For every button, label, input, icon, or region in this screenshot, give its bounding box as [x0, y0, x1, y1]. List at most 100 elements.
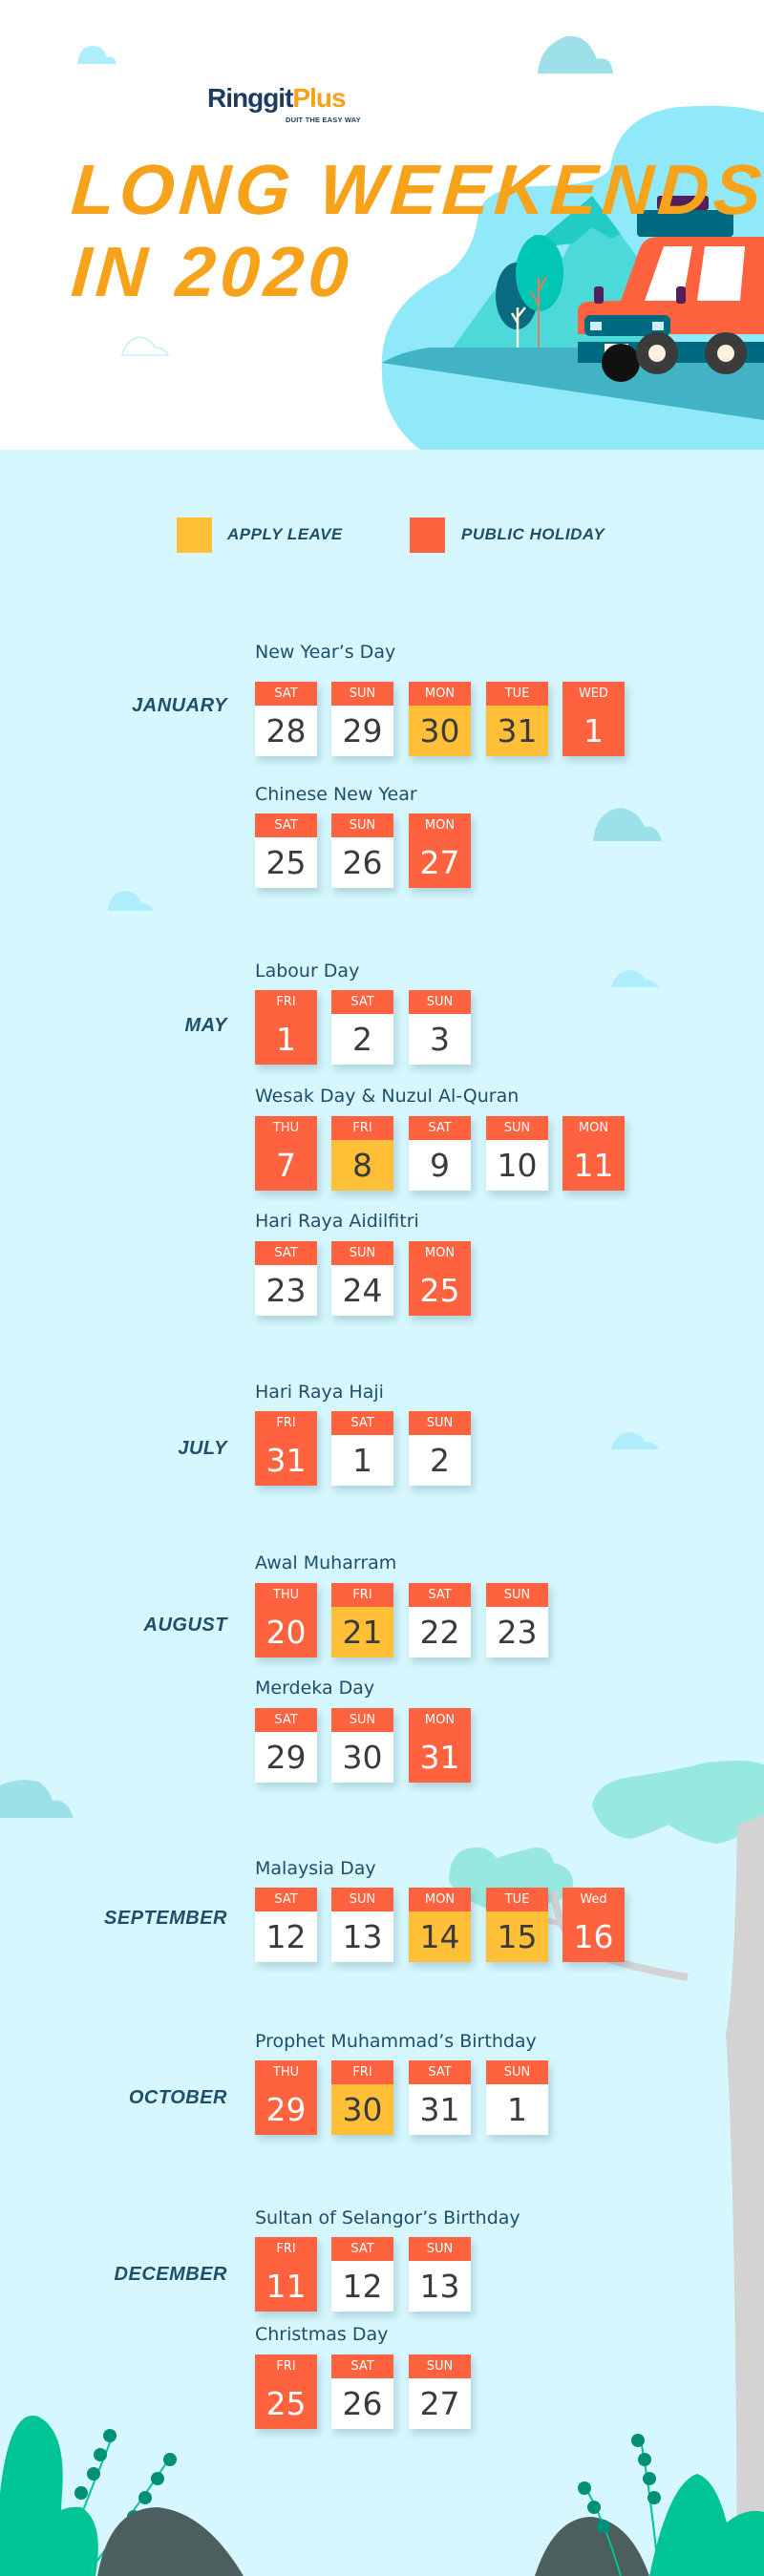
holiday-name: Wesak Day & Nuzul Al-Quran — [255, 1086, 520, 1107]
day-of-week: SUN — [409, 990, 471, 1014]
holiday-name: Chinese New Year — [255, 784, 417, 805]
calendar-day-tile: FRI 31 — [255, 1411, 317, 1486]
cloud-icon — [77, 46, 117, 64]
day-number: 11 — [255, 2261, 317, 2312]
day-number: 2 — [331, 1014, 393, 1065]
day-number: 21 — [331, 1607, 393, 1658]
day-number: 1 — [331, 1435, 393, 1486]
ringgitplus-logo[interactable]: RinggitPlus DUIT THE EASY WAY — [207, 84, 398, 132]
day-number: 31 — [255, 1435, 317, 1486]
calendar-day-tile: SUN 2 — [409, 1411, 471, 1486]
calendar-day-tile: Wed 16 — [562, 1888, 625, 1962]
day-number: 26 — [331, 2378, 393, 2429]
day-of-week: SUN — [331, 1241, 393, 1265]
calendar-day-tile: SUN 29 — [331, 682, 393, 756]
legend-swatch-apply-leave — [177, 517, 212, 553]
calendar-day-tile: THU 29 — [255, 2060, 317, 2135]
holiday-name: Prophet Muhammad’s Birthday — [255, 2031, 537, 2052]
day-of-week: FRI — [331, 2060, 393, 2084]
day-of-week: TUE — [486, 682, 548, 706]
calendar-day-tile: SAT 31 — [409, 2060, 471, 2135]
calendar-day-tile: FRI 11 — [255, 2237, 317, 2312]
day-of-week: Wed — [562, 1888, 625, 1911]
day-number: 29 — [255, 2084, 317, 2135]
calendar-day-tile: SAT 2 — [331, 990, 393, 1065]
day-number: 13 — [409, 2261, 471, 2312]
logo-text: Ringgit — [207, 83, 293, 113]
calendar-day-tile: THU 7 — [255, 1116, 317, 1191]
day-number: 2 — [409, 1435, 471, 1486]
day-number: 24 — [331, 1265, 393, 1316]
day-number: 20 — [255, 1607, 317, 1658]
calendar-day-tile: SAT 23 — [255, 1241, 317, 1316]
month-label-december: DECEMBER — [114, 2264, 227, 2285]
holiday-name: New Year’s Day — [255, 642, 396, 663]
day-of-week: SUN — [331, 682, 393, 706]
calendar-day-tile: SAT 28 — [255, 682, 317, 756]
day-number: 27 — [409, 837, 471, 888]
page-title-line1: LONG WEEKENDS — [69, 150, 764, 229]
cloud-icon — [108, 891, 154, 911]
calendar-day-tile: SAT 29 — [255, 1708, 317, 1783]
day-number: 25 — [255, 837, 317, 888]
day-of-week: FRI — [255, 1411, 317, 1435]
day-of-week: THU — [255, 1583, 317, 1607]
holiday-name: Awal Muharram — [255, 1552, 397, 1573]
day-number: 30 — [331, 2084, 393, 2135]
cloud-icon — [611, 1432, 659, 1449]
day-of-week: SUN — [331, 1888, 393, 1911]
day-of-week: SAT — [255, 1241, 317, 1265]
calendar-day-tile: SUN 3 — [409, 990, 471, 1065]
day-of-week: SUN — [409, 2354, 471, 2378]
day-of-week: SUN — [486, 1583, 548, 1607]
calendar-day-tile: FRI 30 — [331, 2060, 393, 2135]
calendar-day-tile: SAT 12 — [255, 1888, 317, 1962]
day-of-week: SAT — [331, 2237, 393, 2261]
calendar-day-tile: MON 27 — [409, 813, 471, 888]
day-of-week: SAT — [255, 682, 317, 706]
day-number: 10 — [486, 1140, 548, 1191]
calendar-day-tile: SUN 1 — [486, 2060, 548, 2135]
day-of-week: MON — [409, 813, 471, 837]
calendar-day-tile: SAT 9 — [409, 1116, 471, 1191]
calendar-day-tile: TUE 31 — [486, 682, 548, 756]
calendar-day-tile: SAT 1 — [331, 1411, 393, 1486]
calendar-day-tile: MON 31 — [409, 1708, 471, 1783]
day-of-week: FRI — [331, 1583, 393, 1607]
day-number: 8 — [331, 1140, 393, 1191]
month-label-may: MAY — [184, 1015, 227, 1036]
calendar-day-tile: SUN 24 — [331, 1241, 393, 1316]
cloud-icon — [0, 1780, 74, 1818]
legend-label-public-holiday: PUBLIC HOLIDAY — [461, 525, 605, 543]
day-number: 13 — [331, 1911, 393, 1962]
day-of-week: SUN — [331, 813, 393, 837]
day-of-week: SAT — [255, 1888, 317, 1911]
logo-text-plus: Plus — [292, 83, 346, 113]
holiday-name: Merdeka Day — [255, 1678, 375, 1699]
calendar-day-tile: SUN 23 — [486, 1583, 548, 1658]
day-of-week: MON — [409, 1708, 471, 1732]
month-label-january: JANUARY — [132, 695, 227, 716]
calendar-day-tile: MON 14 — [409, 1888, 471, 1962]
calendar-day-tile: FRI 21 — [331, 1583, 393, 1658]
day-number: 28 — [255, 706, 317, 756]
day-number: 30 — [331, 1732, 393, 1783]
legend-label-apply-leave: APPLY LEAVE — [227, 525, 343, 543]
legend-swatch-public-holiday — [410, 517, 445, 553]
cloud-icon — [538, 35, 613, 74]
day-of-week: SAT — [409, 1116, 471, 1140]
month-label-september: SEPTEMBER — [104, 1908, 227, 1929]
calendar-day-tile: SUN 30 — [331, 1708, 393, 1783]
calendar-day-tile: SAT 22 — [409, 1583, 471, 1658]
calendar-day-tile: FRI 1 — [255, 990, 317, 1065]
day-of-week: SUN — [409, 1411, 471, 1435]
month-label-october: OCTOBER — [128, 2087, 227, 2108]
day-of-week: SAT — [331, 2354, 393, 2378]
day-number: 14 — [409, 1911, 471, 1962]
holiday-name: Christmas Day — [255, 2324, 389, 2345]
plant-icon — [0, 2416, 244, 2576]
cloud-icon — [611, 970, 659, 987]
day-number: 23 — [255, 1265, 317, 1316]
day-of-week: MON — [409, 1888, 471, 1911]
day-of-week: TUE — [486, 1888, 548, 1911]
